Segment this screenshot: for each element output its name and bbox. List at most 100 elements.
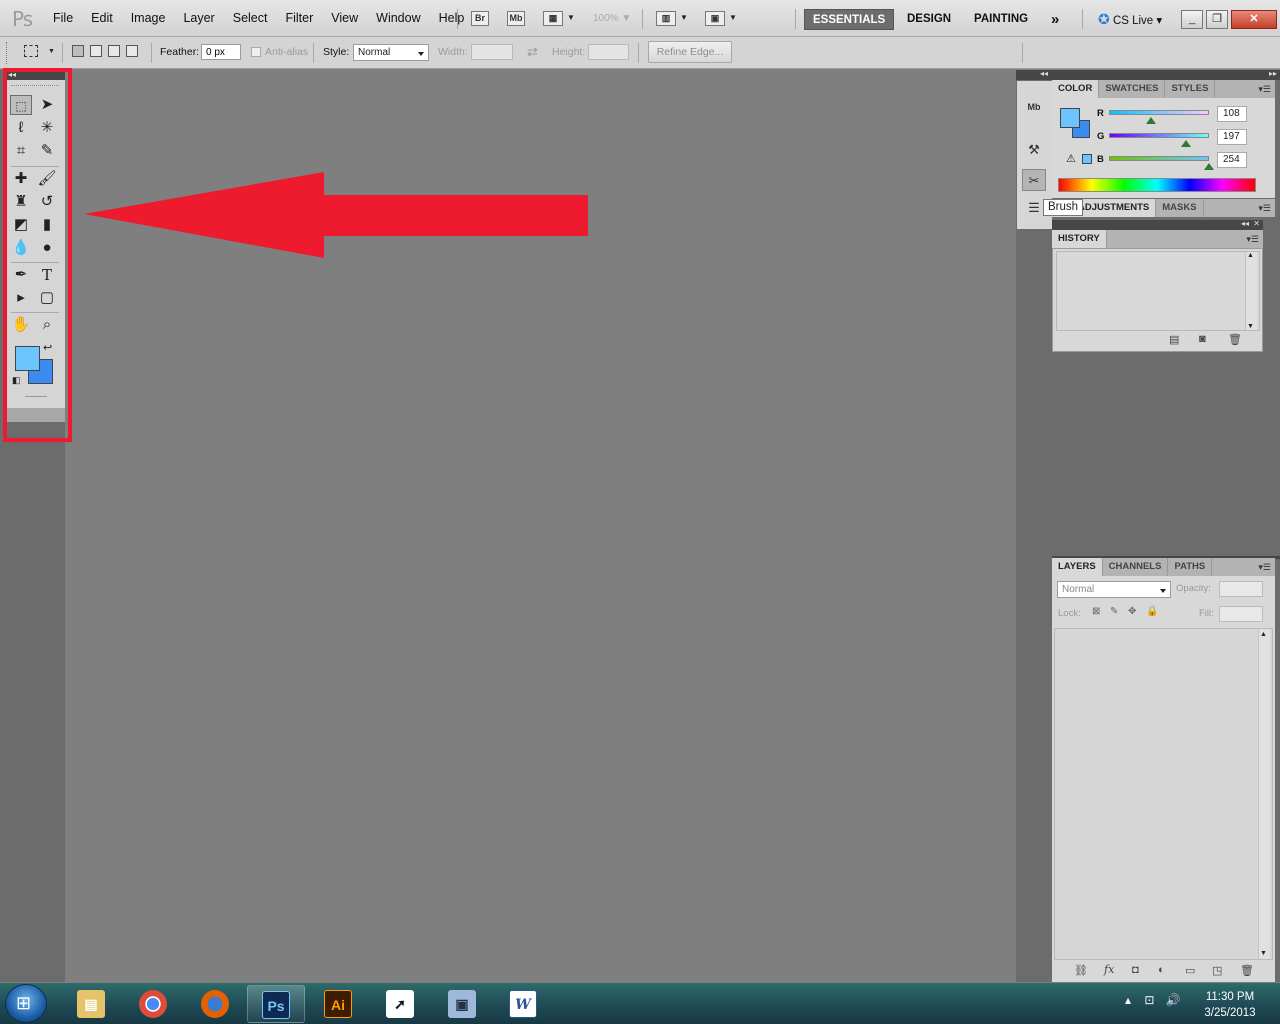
tool-presets-icon[interactable]: ⚒ [1022, 139, 1046, 161]
tab-history[interactable]: HISTORY [1052, 230, 1107, 248]
workspace-essentials[interactable]: ESSENTIALS [804, 9, 895, 30]
lock-all-icon[interactable]: 🔒 [1146, 606, 1158, 617]
menu-select[interactable]: Select [224, 11, 277, 25]
adjustment-layer-icon[interactable]: ◐ [1158, 964, 1165, 976]
layers-list[interactable]: ▲ ▼ [1054, 628, 1273, 960]
minimize-icon[interactable]: _ [1181, 10, 1203, 29]
network-icon[interactable]: ⊡ [1144, 993, 1154, 1007]
view-extras-icon[interactable]: ▦ [543, 11, 563, 26]
menu-filter[interactable]: Filter [276, 11, 322, 25]
opacity-input[interactable] [1219, 581, 1263, 597]
scroll-up-icon[interactable]: ▲ [1247, 252, 1254, 259]
tab-styles[interactable]: STYLES [1165, 80, 1216, 98]
gamut-color-swatch[interactable] [1082, 154, 1092, 164]
panel-menu-icon[interactable]: ▾☰ [1246, 234, 1259, 245]
lock-pixels-icon[interactable]: ✎ [1110, 606, 1118, 617]
taskbar-illustrator[interactable]: Ai [309, 985, 367, 1023]
more-workspaces-icon[interactable]: » [1043, 9, 1067, 30]
collapse-icon[interactable]: ◂◂ [1241, 219, 1249, 228]
close-panel-icon[interactable]: ✕ [1253, 219, 1260, 228]
r-slider-thumb[interactable] [1146, 112, 1157, 124]
link-layers-icon[interactable]: ⛓ [1074, 964, 1088, 977]
trash-icon[interactable]: 🗑 [1240, 964, 1254, 977]
show-hidden-icons[interactable]: ▴ [1125, 993, 1131, 1007]
menu-file[interactable]: File [44, 11, 82, 25]
taskbar-photoshop[interactable]: Ps [247, 985, 305, 1023]
cs-live-button[interactable]: ✪ CS Live ▾ [1090, 9, 1170, 30]
restore-icon[interactable]: ❐ [1206, 10, 1228, 29]
intersect-selection-icon[interactable] [126, 45, 138, 57]
history-list[interactable]: ▲ ▼ [1056, 251, 1260, 331]
r-slider[interactable] [1109, 110, 1209, 115]
layers-scrollbar[interactable]: ▲ ▼ [1258, 629, 1270, 959]
screen-mode-icon[interactable]: ▣ [705, 11, 725, 26]
subtract-selection-icon[interactable] [108, 45, 120, 57]
brush-panel-icon[interactable]: ✂ [1022, 169, 1046, 191]
menu-image[interactable]: Image [122, 11, 175, 25]
lock-transparent-icon[interactable]: ⊠ [1092, 606, 1100, 617]
layer-mask-icon[interactable]: ◘ [1132, 964, 1139, 976]
bridge-button[interactable]: Br [471, 11, 489, 26]
feather-input[interactable] [201, 44, 241, 60]
g-value-input[interactable]: 197 [1217, 129, 1247, 145]
out-of-gamut-warning-icon[interactable]: ⚠ [1066, 152, 1076, 165]
b-value-input[interactable]: 254 [1217, 152, 1247, 168]
grip-handle[interactable] [6, 42, 8, 64]
new-group-icon[interactable]: ▭ [1185, 964, 1195, 977]
color-spectrum-bar[interactable] [1058, 178, 1256, 192]
taskbar-chrome[interactable] [124, 985, 182, 1023]
tab-masks[interactable]: MASKS [1156, 199, 1204, 217]
add-selection-icon[interactable] [90, 45, 102, 57]
anti-alias-checkbox[interactable] [251, 47, 261, 57]
r-value-input[interactable]: 108 [1217, 106, 1247, 122]
taskbar-app[interactable]: ➚ [371, 985, 429, 1023]
menu-edit[interactable]: Edit [82, 11, 122, 25]
taskbar-firefox[interactable] [186, 985, 244, 1023]
style-select[interactable]: Normal [353, 44, 429, 61]
g-slider-thumb[interactable] [1181, 135, 1192, 147]
new-snapshot-icon[interactable]: ◙ [1199, 333, 1206, 345]
taskbar-word[interactable]: W [494, 985, 552, 1023]
tab-layers[interactable]: LAYERS [1052, 558, 1103, 576]
menu-window[interactable]: Window [367, 11, 429, 25]
scroll-down-icon[interactable]: ▼ [1260, 950, 1267, 957]
marquee-preset-icon[interactable] [24, 45, 38, 57]
new-selection-icon[interactable] [72, 45, 84, 57]
color-foreground-swatch[interactable] [1060, 108, 1080, 128]
b-slider[interactable] [1109, 156, 1209, 161]
blend-mode-select[interactable]: Normal [1057, 581, 1171, 598]
refine-edge-button[interactable]: Refine Edge... [648, 41, 732, 63]
width-input[interactable] [471, 44, 513, 60]
fill-input[interactable] [1219, 606, 1263, 622]
menu-help[interactable]: Help [430, 11, 474, 25]
taskbar-explorer[interactable]: ▤ [62, 985, 120, 1023]
scroll-down-icon[interactable]: ▼ [1247, 323, 1254, 330]
b-slider-thumb[interactable] [1203, 158, 1214, 170]
layer-style-icon[interactable]: fx [1104, 963, 1114, 976]
workspace-design[interactable]: DESIGN [899, 9, 959, 30]
chevron-down-icon[interactable]: ▼ [48, 48, 55, 55]
panel-menu-icon[interactable]: ▾☰ [1258, 203, 1271, 214]
panel-menu-icon[interactable]: ▾☰ [1258, 562, 1271, 573]
volume-icon[interactable]: 🔊 [1166, 993, 1181, 1007]
collapse-icon[interactable]: ◂◂ [1040, 69, 1048, 78]
mini-bridge-icon[interactable]: Mb [1022, 96, 1046, 118]
tab-color[interactable]: COLOR [1052, 80, 1100, 98]
start-button[interactable]: ⊞ [5, 984, 47, 1023]
taskbar-clock[interactable]: 11:30 PM 3/25/2013 [1196, 989, 1264, 1021]
menu-view[interactable]: View [322, 11, 367, 25]
tab-channels[interactable]: CHANNELS [1103, 558, 1169, 576]
close-icon[interactable]: ✕ [1231, 10, 1277, 29]
chevron-down-icon[interactable]: ▼ [729, 13, 737, 22]
new-layer-icon[interactable]: ◳ [1212, 964, 1222, 977]
foreground-color-swatch[interactable] [15, 346, 40, 371]
menu-layer[interactable]: Layer [174, 11, 223, 25]
expand-icon[interactable]: ▸▸ [1269, 69, 1277, 78]
lock-position-icon[interactable]: ✥ [1128, 606, 1136, 617]
height-input[interactable] [588, 44, 629, 60]
chevron-down-icon[interactable]: ▼ [680, 13, 688, 22]
tab-paths[interactable]: PATHS [1168, 558, 1213, 576]
panel-menu-icon[interactable]: ▾☰ [1258, 84, 1271, 95]
trash-icon[interactable]: 🗑 [1228, 333, 1242, 346]
scroll-up-icon[interactable]: ▲ [1260, 631, 1267, 638]
